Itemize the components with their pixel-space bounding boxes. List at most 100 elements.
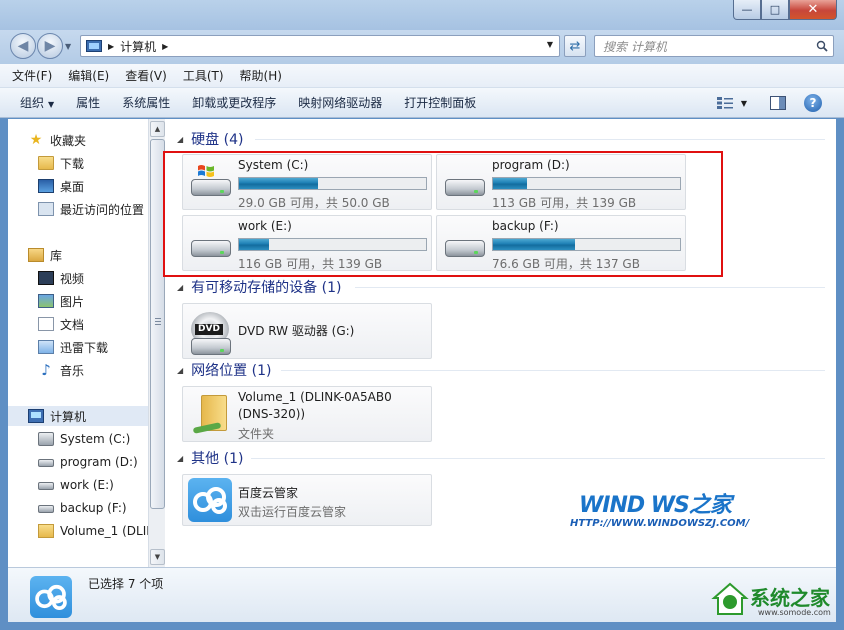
drive-tile-dvd[interactable]: DVD DVD RW 驱动器 (G:) bbox=[182, 303, 432, 359]
sidebar-item-documents[interactable]: 文档 bbox=[38, 314, 84, 334]
sidebar-item-videos[interactable]: 视频 bbox=[38, 268, 84, 288]
details-pane: 已选择 7 个项 系统之家 www.somode.com bbox=[8, 567, 836, 622]
minimize-button[interactable]: — bbox=[733, 0, 761, 20]
sidebar-item-music[interactable]: ♪ 音乐 bbox=[38, 360, 84, 380]
pictures-icon bbox=[38, 294, 54, 308]
menu-tools[interactable]: 工具(T) bbox=[183, 67, 224, 84]
menu-bar: 文件(F) 编辑(E) 查看(V) 工具(T) 帮助(H) bbox=[0, 64, 844, 88]
sidebar-libraries[interactable]: 库 bbox=[28, 245, 62, 265]
group-header-network[interactable]: ◢ 网络位置 (1) bbox=[177, 361, 271, 379]
back-button[interactable]: ◀ bbox=[10, 33, 36, 59]
menu-edit[interactable]: 编辑(E) bbox=[68, 67, 109, 84]
group-title: 硬盘 (4) bbox=[191, 132, 244, 148]
group-header-removable[interactable]: ◢ 有可移动存储的设备 (1) bbox=[177, 278, 341, 296]
sidebar-header-label: 计算机 bbox=[50, 409, 87, 424]
navigation-pane: ★ 收藏夹 下载 桌面 最近访问的位置 库 视频 图片 文档 迅雷下载 ♪ 音乐… bbox=[8, 119, 148, 567]
open-control-panel-button[interactable]: 打开控制面板 bbox=[404, 94, 476, 111]
computer-icon bbox=[86, 40, 102, 52]
search-input[interactable]: 搜索 计算机 bbox=[594, 35, 834, 57]
sidebar-item-recent[interactable]: 最近访问的位置 bbox=[38, 199, 144, 219]
sidebar-item-label: 最近访问的位置 bbox=[60, 202, 145, 217]
sidebar-item-xunlei[interactable]: 迅雷下载 bbox=[38, 337, 108, 357]
sidebar-computer[interactable]: 计算机 bbox=[8, 406, 148, 426]
baidu-cloud-tile[interactable]: 百度云管家 双击运行百度云管家 bbox=[182, 474, 432, 526]
address-dropdown-icon[interactable]: ▼ bbox=[547, 40, 553, 49]
system-properties-button[interactable]: 系统属性 bbox=[122, 94, 170, 111]
selection-status: 已选择 7 个项 bbox=[88, 577, 164, 591]
chevron-down-icon: ▼ bbox=[740, 98, 748, 108]
views-icon bbox=[716, 97, 733, 109]
star-icon: ★ bbox=[29, 132, 43, 148]
close-button[interactable]: ✕ bbox=[789, 0, 837, 20]
map-network-drive-button[interactable]: 映射网络驱动器 bbox=[298, 94, 382, 111]
dvd-badge: DVD bbox=[195, 324, 223, 335]
change-view-button[interactable]: ▼ bbox=[714, 94, 750, 112]
menu-help[interactable]: 帮助(H) bbox=[240, 67, 282, 84]
hard-drive-icon bbox=[38, 459, 54, 467]
sidebar-item-label: 音乐 bbox=[60, 363, 85, 378]
music-icon: ♪ bbox=[41, 361, 51, 379]
xunlei-download-icon bbox=[38, 340, 54, 354]
sidebar-item-volume1[interactable]: Volume_1 (DLIN bbox=[38, 521, 148, 541]
computer-icon bbox=[28, 409, 44, 423]
breadcrumb-chevron-icon[interactable]: ▶ bbox=[108, 42, 114, 51]
sidebar-item-drive-e[interactable]: work (E:) bbox=[38, 475, 114, 495]
downloads-folder-icon bbox=[38, 156, 54, 170]
collapse-icon: ◢ bbox=[177, 365, 184, 375]
drive-body-shape bbox=[191, 338, 231, 355]
sidebar-item-drive-d[interactable]: program (D:) bbox=[38, 452, 138, 472]
sidebar-item-desktop[interactable]: 桌面 bbox=[38, 176, 84, 196]
sidebar-item-pictures[interactable]: 图片 bbox=[38, 291, 84, 311]
preview-pane-button[interactable] bbox=[768, 94, 788, 112]
network-folder-icon bbox=[185, 393, 233, 437]
collapse-icon: ◢ bbox=[177, 134, 184, 144]
arrow-down-icon: ▼ bbox=[154, 553, 161, 561]
folder-name-line2: (DNS-320)) bbox=[238, 407, 306, 421]
refresh-button[interactable]: ⇄ bbox=[564, 35, 586, 57]
group-divider bbox=[355, 287, 825, 288]
navigation-bar: ◀ ▶ ▼ ▶ 计算机 ▶ ▼ ⇄ 搜索 计算机 bbox=[0, 30, 844, 64]
somode-url: www.somode.com bbox=[758, 608, 831, 617]
menu-file[interactable]: 文件(F) bbox=[12, 67, 52, 84]
documents-icon bbox=[38, 317, 54, 331]
sidebar-item-drive-f[interactable]: backup (F:) bbox=[38, 498, 127, 518]
breadcrumb-computer[interactable]: 计算机 bbox=[120, 38, 156, 55]
search-icon[interactable] bbox=[816, 40, 828, 52]
uninstall-program-button[interactable]: 卸载或更改程序 bbox=[192, 94, 276, 111]
app-description: 双击运行百度云管家 bbox=[238, 505, 347, 519]
menu-view[interactable]: 查看(V) bbox=[125, 67, 167, 84]
group-header-hdd[interactable]: ◢ 硬盘 (4) bbox=[177, 130, 243, 148]
sidebar-item-label: 图片 bbox=[60, 294, 85, 309]
sidebar-item-downloads[interactable]: 下载 bbox=[38, 153, 84, 173]
network-folder-tile[interactable]: Volume_1 (DLINK-0A5AB0 (DNS-320)) 文件夹 bbox=[182, 386, 432, 442]
scroll-up-button[interactable]: ▲ bbox=[150, 121, 165, 137]
sidebar-item-label: 下载 bbox=[60, 156, 85, 171]
video-icon bbox=[38, 271, 54, 285]
folder-type: 文件夹 bbox=[238, 427, 275, 441]
arrow-right-icon: ▶ bbox=[44, 38, 56, 54]
forward-button[interactable]: ▶ bbox=[37, 33, 63, 59]
sidebar-item-label: 迅雷下载 bbox=[60, 340, 109, 355]
maximize-button[interactable]: □ bbox=[761, 0, 789, 20]
properties-button[interactable]: 属性 bbox=[76, 94, 100, 111]
address-bar[interactable]: ▶ 计算机 ▶ ▼ bbox=[80, 35, 560, 57]
arrow-up-icon: ▲ bbox=[154, 125, 161, 133]
collapse-icon: ◢ bbox=[177, 282, 184, 292]
sidebar-item-label: program (D:) bbox=[60, 455, 138, 469]
recent-pages-dropdown[interactable]: ▼ bbox=[65, 42, 71, 51]
sidebar-favorites[interactable]: ★ 收藏夹 bbox=[28, 130, 86, 150]
baidu-cloud-icon bbox=[185, 478, 233, 522]
drive-name: DVD RW 驱动器 (G:) bbox=[238, 324, 355, 338]
group-header-other[interactable]: ◢ 其他 (1) bbox=[177, 449, 243, 467]
sidebar-item-label: work (E:) bbox=[60, 478, 114, 492]
sidebar-item-label: Volume_1 (DLIN bbox=[60, 524, 148, 538]
network-folder-icon bbox=[38, 524, 54, 538]
help-button[interactable]: ? bbox=[804, 94, 822, 112]
sidebar-item-drive-c[interactable]: System (C:) bbox=[38, 429, 130, 449]
breadcrumb-chevron-icon[interactable]: ▶ bbox=[162, 42, 168, 51]
scroll-down-button[interactable]: ▼ bbox=[150, 549, 165, 565]
grip-icon bbox=[155, 318, 161, 325]
sidebar-header-label: 收藏夹 bbox=[50, 133, 87, 148]
organize-button[interactable]: 组织 ▼ bbox=[20, 94, 54, 111]
title-bar: — □ ✕ bbox=[0, 0, 844, 30]
